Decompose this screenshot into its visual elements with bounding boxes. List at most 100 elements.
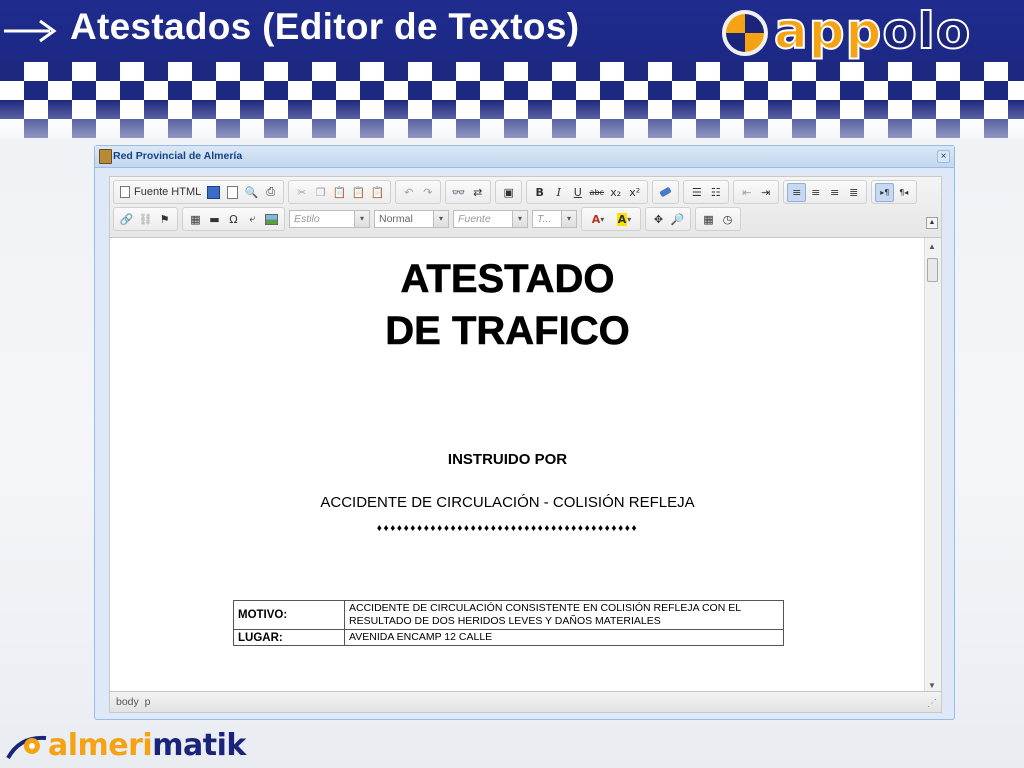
table-button[interactable]: ▦ [186,210,205,229]
print-button[interactable]: ⎙ [261,183,280,202]
element-path[interactable]: body p [116,696,150,708]
subscript-button[interactable]: x₂ [606,183,625,202]
resize-grip-icon[interactable]: ⋰ [927,698,937,709]
show-blocks-button[interactable]: 🔎 [668,210,687,229]
select-all-button[interactable]: ▣ [499,183,518,202]
special-char-button[interactable]: Ω [224,210,243,229]
instructed-by-heading: INSTRUIDO POR [447,451,568,468]
source-document-icon [120,186,130,198]
horizontal-rule-button[interactable]: ▬ [205,210,224,229]
unlink-button[interactable]: ⛓ [136,210,155,229]
scroll-up-icon[interactable]: ▲ [928,242,936,251]
image-button[interactable] [262,210,281,229]
indent-button[interactable]: ⇥ [756,183,775,202]
dropdown-arrow-icon: ▾ [434,210,449,228]
page-break-button[interactable]: ⤶ [243,210,262,229]
outdent-button[interactable]: ⇤ [737,183,756,202]
undo-button[interactable]: ↶ [399,183,418,202]
lugar-value: AVENIDA ENCAMP 12 CALLE [344,629,784,646]
font-size-dropdown[interactable]: T... ▾ [532,210,577,228]
paste-text-button[interactable]: 📋 [349,183,368,202]
scroll-thumb[interactable] [927,258,938,282]
editor-window: Red Provincial de Almería × Fuente HTML … [94,145,955,720]
paste-text-icon: 📋 [351,185,366,199]
dropdown-arrow-icon: ▾ [513,210,528,228]
remove-format-button[interactable] [656,183,675,202]
appolo-emblem-icon [722,10,768,56]
print-icon: ⎙ [266,185,276,198]
paste-icon: 📋 [332,185,347,199]
preview-button[interactable]: 🔍 [242,183,261,202]
almerimatik-emblem-icon [6,735,47,760]
replace-button[interactable]: ⇄ [468,183,487,202]
font-dropdown[interactable]: Fuente ▾ [453,210,528,228]
link-button[interactable]: 🔗 [117,210,136,229]
image-icon [265,213,278,225]
anchor-button[interactable]: ⚑ [155,210,174,229]
source-html-button[interactable]: Fuente HTML [117,183,204,202]
table-row: LUGAR: AVENIDA ENCAMP 12 CALLE [233,629,784,646]
vertical-scrollbar[interactable]: ▲ ▼ [924,238,941,693]
cut-button[interactable]: ✂ [292,183,311,202]
new-page-button[interactable] [223,183,242,202]
superscript-button[interactable]: x² [625,183,644,202]
checkered-band [0,62,1024,138]
maximize-button[interactable]: ✥ [649,210,668,229]
insert-time-button[interactable]: ◷ [718,210,737,229]
strikethrough-button[interactable]: abc [587,183,606,202]
paste-word-icon: 📋 [370,185,385,199]
insert-date-button[interactable]: ▦ [699,210,718,229]
brand-part2: matik [152,728,246,763]
flag-icon: ⚑ [159,212,170,226]
undo-icon: ↶ [404,185,414,199]
document-content-area[interactable]: ATESTADO DE TRAFICO INSTRUIDO POR ACCIDE… [110,238,925,693]
find-button[interactable]: 👓 [449,183,468,202]
scissors-icon: ✂ [297,185,307,199]
toolbar-collapse-button[interactable]: ▲ [926,217,938,229]
numbered-list-button[interactable]: ☰ [687,183,706,202]
window-titlebar[interactable]: Red Provincial de Almería × [95,146,954,168]
style-dropdown[interactable]: Estilo ▾ [289,210,370,228]
page-break-icon: ⤶ [249,212,256,225]
clock-icon: ◷ [722,212,733,226]
document-title-line2: DE TRAFICO [385,309,630,354]
page-title: Atestados (Editor de Textos) [70,6,580,47]
motivo-label: MOTIVO: [233,600,345,630]
replace-icon: ⇄ [473,185,483,199]
italic-button[interactable]: I [549,183,568,202]
text-direction-rtl-button[interactable]: ¶◂ [894,183,913,202]
eraser-icon [659,186,673,198]
arrow-right-icon [4,19,57,43]
almerimatik-logo: almerimatik [6,724,246,764]
scroll-down-icon[interactable]: ▼ [928,681,936,690]
align-left-button[interactable]: ≡ [787,182,807,202]
maximize-icon: ✥ [653,212,664,226]
copy-button[interactable]: ❐ [311,183,330,202]
window-title: Red Provincial de Almería [113,150,243,162]
text-direction-ltr-button[interactable]: ▸¶ [875,182,895,202]
align-right-button[interactable]: ≡ [825,183,844,202]
slide-header: Atestados (Editor de Textos) appolo [0,0,1024,138]
dropdown-arrow-icon: ▾ [562,210,577,228]
horizontal-rule-icon: ▬ [209,212,220,226]
unlink-icon: ⛓ [138,212,153,226]
redo-button[interactable]: ↷ [418,183,437,202]
align-center-icon: ≡ [811,185,821,199]
bulleted-list-button[interactable]: ☷ [706,183,725,202]
text-color-button[interactable]: A ▾ [585,210,611,229]
lugar-label: LUGAR: [233,629,345,646]
close-button[interactable]: × [937,150,950,163]
justify-button[interactable]: ≣ [844,183,863,202]
align-center-button[interactable]: ≡ [806,183,825,202]
paste-button[interactable]: 📋 [330,183,349,202]
new-page-icon [227,185,239,199]
bold-button[interactable]: B [530,183,549,202]
link-icon: 🔗 [119,212,134,226]
underline-button[interactable]: U [568,183,587,202]
background-color-button[interactable]: A ▾ [611,210,637,229]
table-row: MOTIVO: ACCIDENTE DE CIRCULACIÓN CONSIST… [233,600,784,630]
format-dropdown[interactable]: Normal ▾ [374,210,449,228]
save-button[interactable] [204,183,223,202]
show-blocks-icon: 🔎 [670,212,685,226]
paste-word-button[interactable]: 📋 [368,183,387,202]
